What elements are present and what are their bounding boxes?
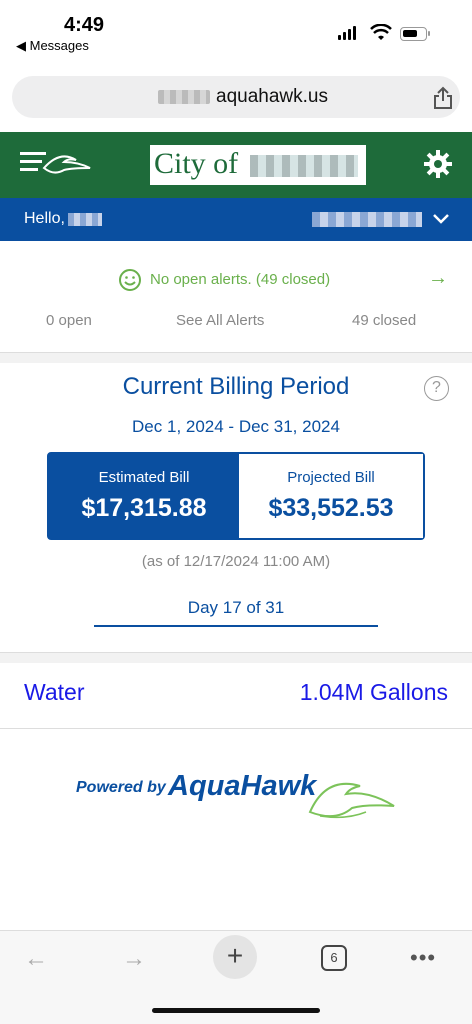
city-name-redacted	[250, 155, 358, 177]
see-all-alerts-link[interactable]: See All Alerts	[176, 312, 264, 329]
url-text: aquahawk.us	[216, 86, 328, 107]
billing-card: Current Billing Period ? Dec 1, 2024 - D…	[0, 363, 472, 653]
water-usage-row[interactable]: Water 1.04M Gallons	[0, 663, 472, 729]
url-redacted	[158, 90, 210, 104]
projected-bill-value: $33,552.53	[268, 494, 394, 522]
forward-button[interactable]: →	[122, 945, 146, 973]
share-icon[interactable]	[432, 86, 454, 110]
estimated-bill-label: Estimated Bill	[98, 469, 190, 486]
wifi-icon	[370, 24, 392, 40]
billing-title: Current Billing Period	[122, 373, 350, 400]
arrow-right-icon[interactable]: →	[428, 267, 448, 290]
greeting: Hello,	[24, 210, 65, 227]
usage-value: 1.04M Gallons	[299, 679, 448, 705]
bill-toggle: Estimated Bill $17,315.88 Projected Bill…	[47, 452, 425, 540]
billing-period-dates: Dec 1, 2024 - Dec 31, 2024	[132, 417, 340, 436]
usage-label: Water	[24, 679, 85, 705]
alerts-card: No open alerts. (49 closed) → 0 open See…	[0, 241, 472, 353]
as-of-timestamp: (as of 12/17/2024 11:00 AM)	[141, 553, 331, 570]
cell-signal-icon	[338, 26, 356, 40]
closed-alerts-count[interactable]: 49 closed	[352, 312, 416, 329]
back-button[interactable]: ←	[24, 945, 48, 973]
menu-logo-icon[interactable]	[20, 148, 92, 182]
estimated-bill-value: $17,315.88	[81, 494, 207, 522]
hawk-logo-icon	[308, 782, 395, 819]
alert-status[interactable]: No open alerts. (49 closed)	[150, 271, 330, 288]
site-header: City of	[0, 132, 472, 198]
help-icon[interactable]: ?	[424, 376, 449, 401]
address-bar[interactable]: aquahawk.us	[12, 76, 460, 118]
back-to-messages[interactable]: ◀ Messages	[16, 38, 89, 54]
estimated-bill-tab[interactable]: Estimated Bill $17,315.88	[49, 454, 239, 538]
city-name: City of	[154, 147, 239, 180]
billing-day-progress: Day 17 of 31	[187, 598, 285, 617]
status-bar: 4:49 ◀ Messages	[0, 0, 472, 62]
city-logo: City of	[150, 145, 366, 185]
open-alerts-count[interactable]: 0 open	[46, 312, 92, 329]
more-menu-button[interactable]: •••	[410, 945, 436, 971]
home-indicator[interactable]	[152, 1008, 320, 1013]
aquahawk-brand: AquaHawk	[168, 770, 317, 802]
user-name-redacted	[68, 213, 102, 226]
projected-bill-tab[interactable]: Projected Bill $33,552.53	[239, 454, 423, 538]
new-tab-button[interactable]: +	[213, 935, 257, 979]
day-progress-underline	[94, 625, 378, 627]
clock: 4:49	[64, 14, 105, 36]
tabs-button[interactable]: 6	[321, 945, 347, 971]
projected-bill-label: Projected Bill	[287, 469, 375, 486]
powered-by-text: Powered by	[76, 779, 166, 796]
divider	[0, 653, 472, 663]
account-address-redacted	[312, 212, 422, 227]
account-bar[interactable]: Hello,	[0, 198, 472, 241]
divider	[0, 353, 472, 363]
gear-icon[interactable]	[424, 150, 452, 178]
chevron-down-icon[interactable]	[432, 211, 450, 227]
smile-icon	[119, 269, 141, 291]
battery-icon	[400, 27, 430, 41]
